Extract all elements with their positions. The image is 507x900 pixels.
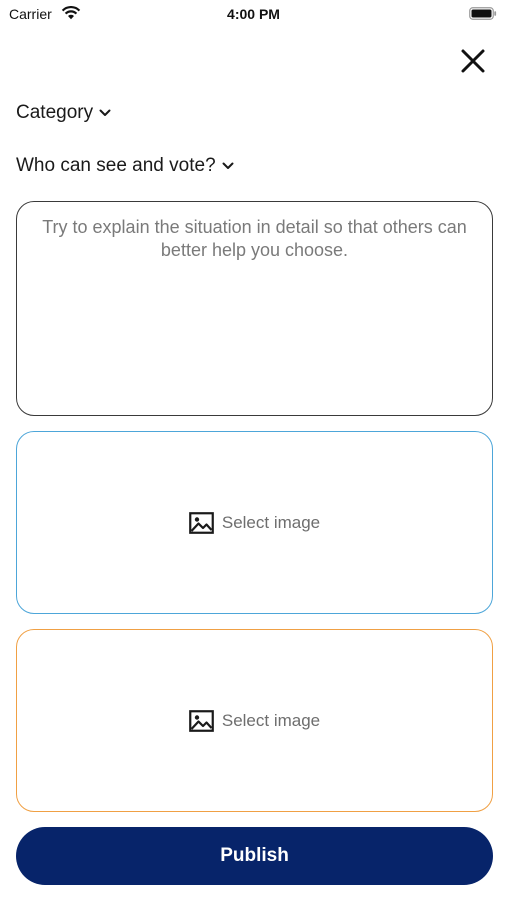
clock: 4:00 PM — [227, 6, 280, 22]
select-image-label: Select image — [221, 710, 321, 730]
image-picker-first[interactable]: Select image — [16, 431, 493, 614]
close-icon — [461, 49, 485, 73]
chevron-down-icon — [99, 109, 111, 116]
chevron-down-icon — [222, 162, 234, 169]
visibility-label: Who can see and vote? — [16, 155, 216, 176]
publish-button[interactable]: Publish — [16, 827, 493, 885]
status-bar: Carrier 4:00 PM — [0, 0, 507, 30]
description-field[interactable] — [16, 201, 493, 416]
image-icon — [189, 511, 214, 534]
image-picker-second[interactable]: Select image — [16, 629, 493, 812]
category-dropdown[interactable]: Category — [16, 102, 111, 124]
select-image-label: Select image — [221, 512, 321, 532]
visibility-dropdown[interactable]: Who can see and vote? — [16, 155, 234, 177]
category-label: Category — [16, 102, 94, 123]
battery-icon — [469, 7, 497, 20]
close-button[interactable] — [458, 46, 488, 76]
image-icon — [189, 709, 214, 732]
